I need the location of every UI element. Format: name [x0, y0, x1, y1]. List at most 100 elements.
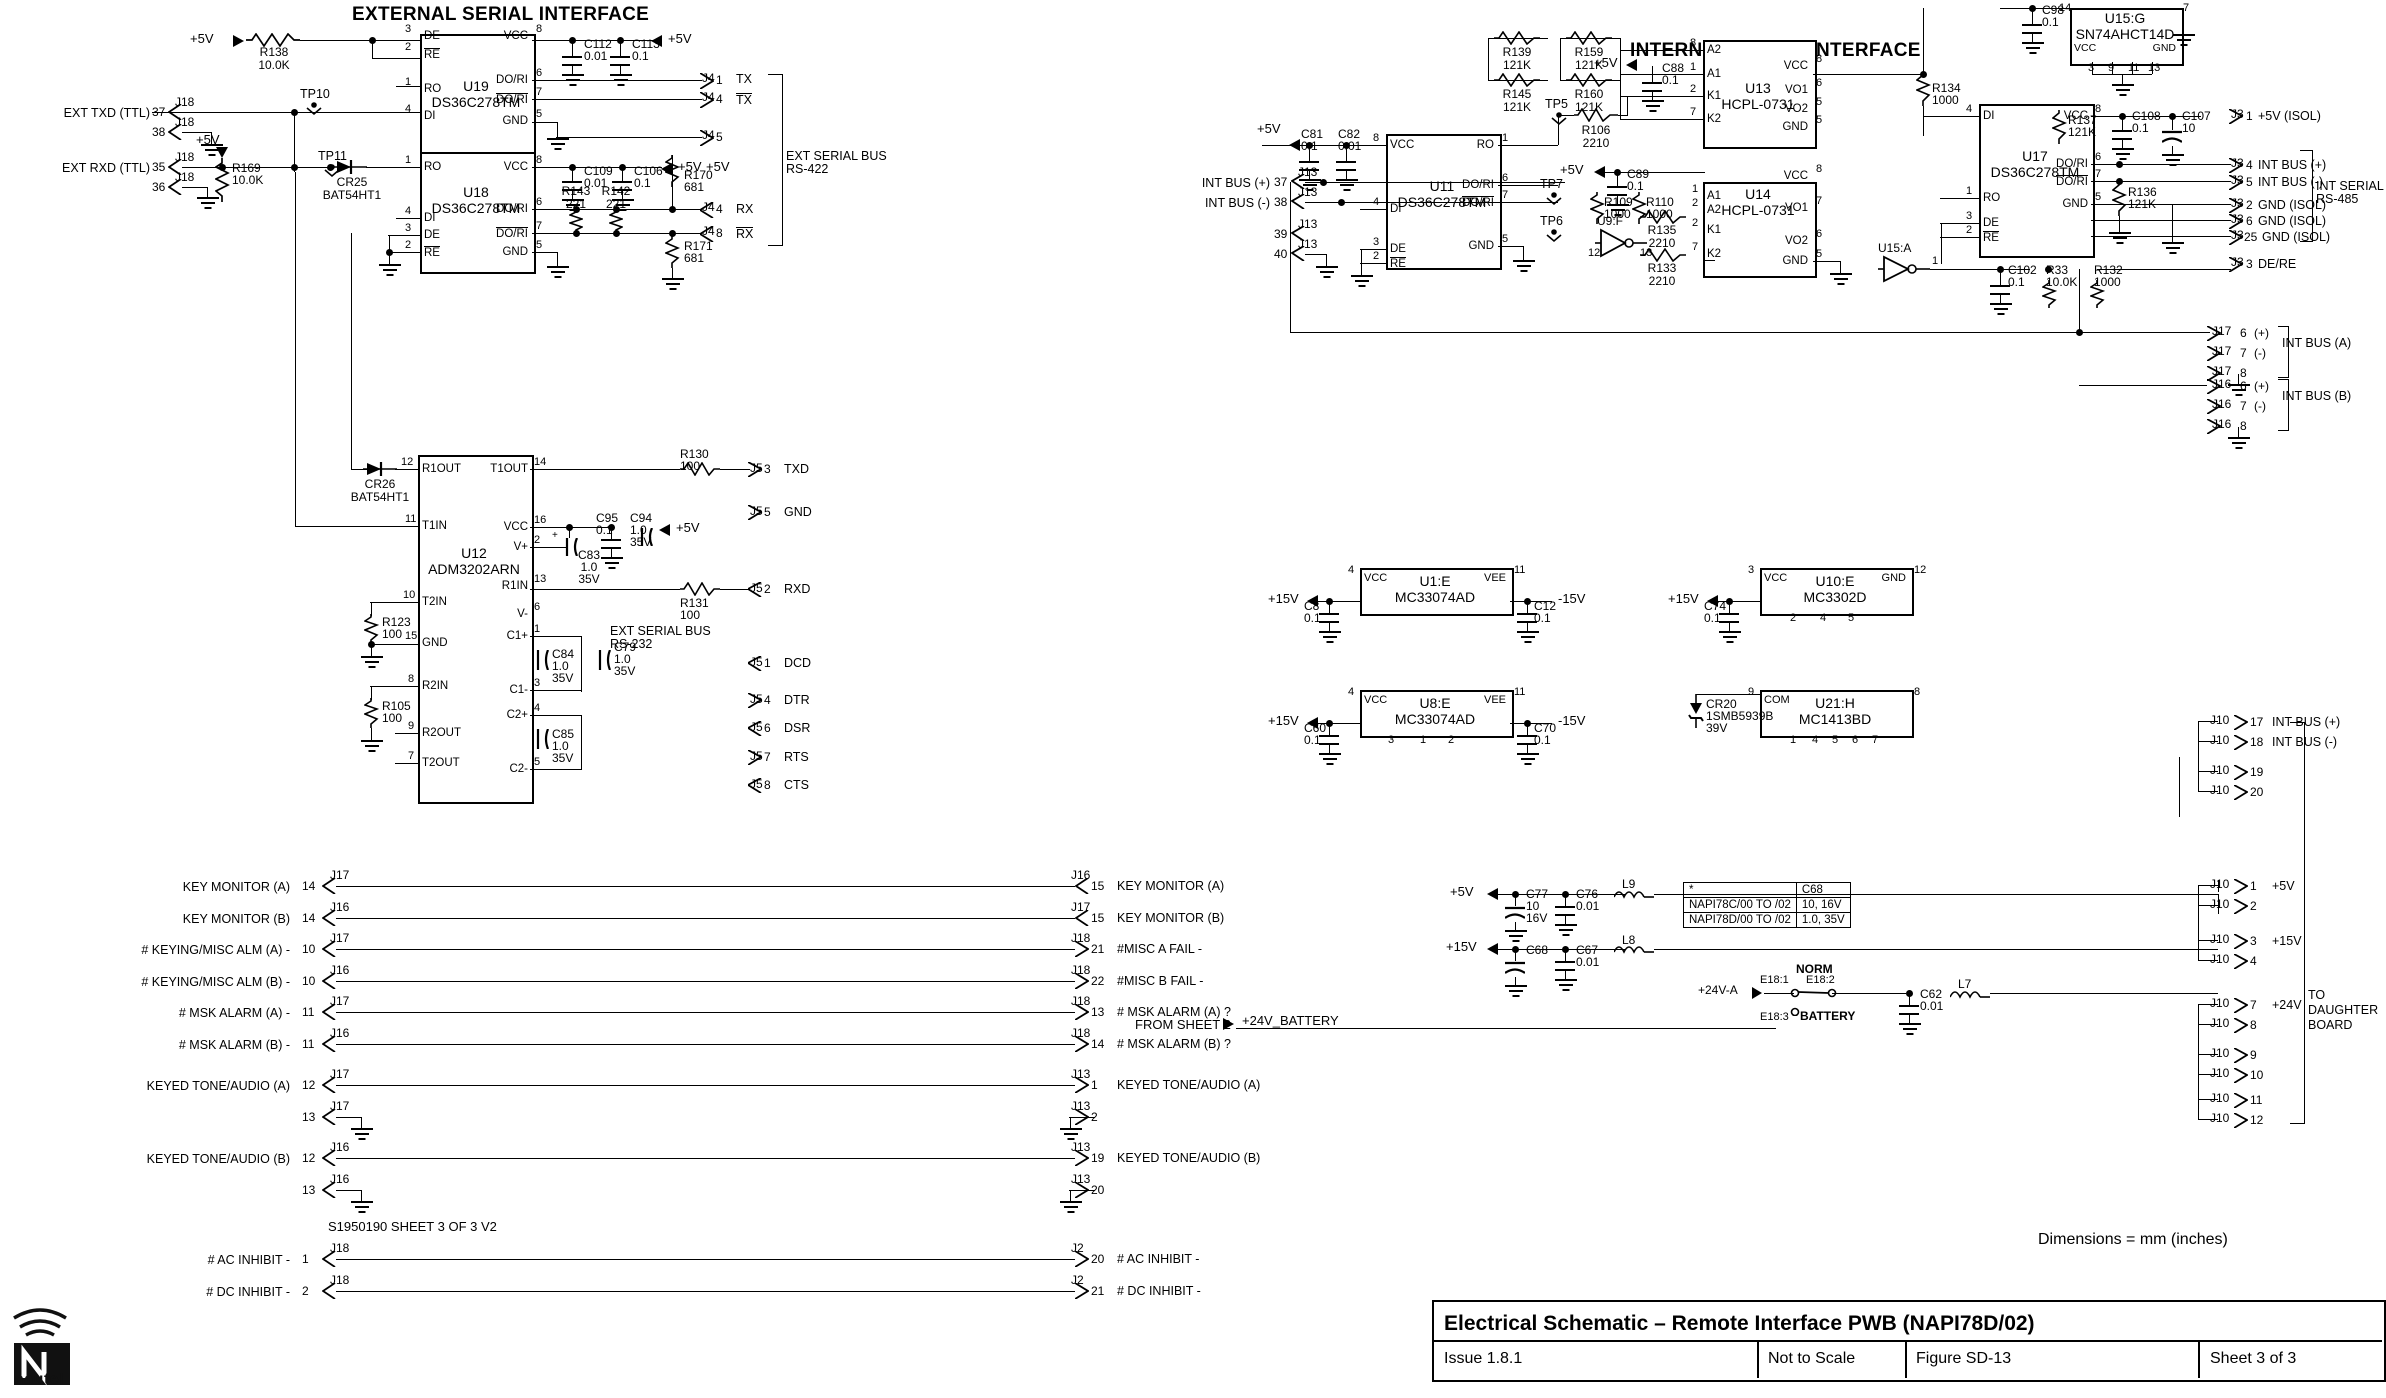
siglist-left-label: KEY MONITOR (A)	[182, 880, 290, 894]
connector-arrow-icon	[2234, 879, 2248, 894]
siglist-left-label: KEY MONITOR (B)	[182, 911, 290, 926]
connector-arrow-icon	[322, 1004, 336, 1020]
pin-u13-vcc: VCC	[1783, 60, 1808, 72]
pin-u11-re: RE	[1390, 257, 1406, 270]
j10-pin: 18	[2250, 735, 2264, 749]
ground-icon	[2112, 84, 2134, 97]
sig-rx-bar: RX	[736, 227, 754, 241]
pinnum: 2	[1690, 83, 1697, 95]
connector-arrow-icon	[322, 1035, 336, 1052]
pinnum: 6	[536, 196, 543, 208]
label-5v-r138: +5V	[190, 31, 214, 46]
pinnum: 4	[1820, 612, 1827, 624]
connector-arrow-icon	[322, 878, 336, 894]
j10-pin: 1	[2250, 879, 2257, 893]
sig-gnd: GND	[784, 505, 812, 519]
connector-arrow-icon	[748, 462, 762, 477]
pin-u19-gnd: GND	[502, 115, 528, 127]
ground-icon	[547, 266, 569, 279]
resistor-r136	[2112, 182, 2127, 216]
bus-int-a-label: INT BUS (A)	[2282, 336, 2352, 350]
pinnum: 4	[1812, 734, 1819, 746]
inductor-l9	[1614, 891, 1654, 899]
pin-u11-vcc: VCC	[1390, 139, 1415, 151]
siglist-right-label: # MSK ALARM (B) ?	[1117, 1036, 1231, 1051]
bus-int-b-label: INT BUS (B)	[2282, 389, 2352, 403]
ground-icon	[1060, 1200, 1082, 1214]
from-sheet-label: FROM SHEET 2	[1135, 1017, 1231, 1032]
pin-u13-gnd: GND	[1782, 121, 1808, 133]
resistor-r142	[609, 209, 623, 233]
power-arrow-icon	[651, 35, 662, 47]
supply-label: +24V_BATTERY	[1242, 1013, 1339, 1028]
connector-arrow-icon	[1075, 1181, 1089, 1198]
pinnum: 6	[536, 67, 543, 79]
pinnum: 5	[536, 239, 543, 251]
pinnum: 13	[534, 573, 547, 585]
ground-icon	[2162, 242, 2184, 255]
connector-arrow-icon	[322, 1251, 336, 1267]
pin: 3	[764, 462, 771, 476]
label-15v-power: +15V	[1446, 939, 1477, 954]
j10-conn: J10	[2210, 897, 2230, 911]
pin-u17-re: RE	[1983, 231, 1999, 244]
pin-u17-ro: RO	[1983, 192, 2001, 204]
cap-c107	[2162, 130, 2182, 143]
pin-u13-a2: A2	[1707, 44, 1722, 56]
pin: 37	[1274, 175, 1288, 189]
pinnum: 1	[1966, 185, 1973, 197]
connector-arrow-icon	[2234, 1093, 2248, 1108]
pin: 8	[764, 778, 771, 792]
pin: 7	[2240, 399, 2247, 413]
cap-c95-label: C95 0.1	[596, 511, 619, 537]
ground-icon	[379, 264, 401, 277]
pinnum: 11	[2128, 62, 2140, 74]
connector-arrow-icon	[2207, 326, 2221, 341]
connector-arrow-icon	[2229, 109, 2243, 124]
pinnum: 3	[405, 23, 412, 35]
pin: 4	[716, 92, 723, 106]
testpoint-tp5-label: TP5	[1545, 97, 1568, 111]
pinnum: 12	[401, 456, 414, 468]
j10-pin: 8	[2250, 1018, 2257, 1032]
resistor-r131	[680, 582, 720, 596]
connector-arrow-icon	[748, 750, 762, 765]
power-arrow-icon	[1626, 59, 1637, 71]
pin-u12-c2m: C2-	[509, 763, 528, 775]
vt-h1: *	[1683, 882, 1797, 898]
pin-35: 35	[152, 160, 166, 174]
pinnum: 8	[1816, 53, 1823, 65]
ground-icon	[2109, 232, 2131, 245]
power-arrow-icon	[1289, 139, 1300, 151]
pinnum: 3	[1966, 210, 1973, 222]
pinnum: 11	[405, 513, 417, 525]
connector-arrow-icon	[322, 1181, 336, 1198]
connector-arrow-icon	[1291, 194, 1305, 209]
connector-arrow-icon	[2207, 419, 2221, 434]
connector-arrow-icon	[700, 92, 714, 108]
connector-arrow-icon	[1075, 1108, 1089, 1125]
pin-u18-dori: DO/RI	[496, 203, 528, 215]
pinnum: 8	[536, 23, 543, 35]
siglist-left-label: KEYED TONE/AUDIO (A)	[146, 1079, 290, 1093]
gate-u15a	[1878, 255, 1930, 283]
connector-arrow-icon	[2234, 1018, 2248, 1033]
pinnum: 16	[534, 514, 547, 526]
connector-arrow-icon	[2229, 158, 2243, 173]
power-arrow-icon	[1594, 166, 1605, 178]
connector-arrow-icon	[322, 1282, 336, 1299]
resistor-r143	[569, 209, 583, 233]
connector-arrow-icon	[748, 693, 762, 708]
connector-arrow-icon	[1075, 1004, 1089, 1020]
pin-u13-vo2: VO2	[1784, 103, 1808, 115]
diode-cr26-label: CR26 BAT54HT1	[350, 477, 410, 504]
pin: 2	[764, 582, 771, 596]
pinnum: 2	[534, 534, 541, 546]
resistor-r159	[1566, 31, 1612, 45]
pin: 39	[1274, 227, 1288, 241]
polarity: (-)	[2254, 346, 2266, 360]
diode-cr26	[363, 462, 397, 476]
connector-arrow-icon	[322, 1077, 336, 1093]
pinnum: 3	[1373, 236, 1380, 248]
pinnum: 5	[1848, 612, 1855, 624]
